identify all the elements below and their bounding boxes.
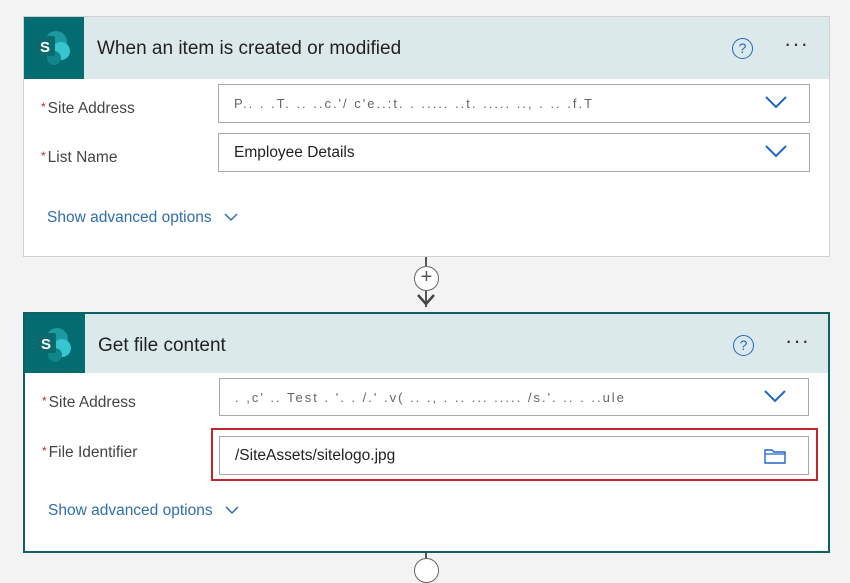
- more-options-icon[interactable]: ···: [785, 328, 810, 354]
- site-address-label: * Site Address: [42, 394, 136, 411]
- add-step-button[interactable]: +: [414, 266, 439, 291]
- sharepoint-logo-icon: S: [25, 314, 85, 373]
- sharepoint-logo-icon: S: [24, 17, 84, 79]
- chevron-down-icon: [224, 213, 238, 222]
- site-address-dropdown[interactable]: . ,c' .. Test . '. . /.' .v( .. ., . .. …: [219, 378, 809, 416]
- list-name-dropdown[interactable]: Employee Details: [218, 133, 810, 172]
- file-identifier-label: * File Identifier: [42, 444, 138, 461]
- chevron-down-icon: [225, 506, 239, 515]
- help-icon[interactable]: ?: [732, 38, 753, 59]
- action-title: Get file content: [98, 335, 226, 356]
- trigger-card[interactable]: S When an item is created or modified ? …: [23, 16, 830, 257]
- highlight-box: [211, 428, 818, 481]
- chevron-down-icon: [764, 390, 786, 403]
- show-advanced-options[interactable]: Show advanced options: [48, 502, 239, 520]
- action-header[interactable]: S Get file content ? ···: [25, 314, 828, 373]
- site-address-label: * Site Address: [41, 100, 135, 117]
- chevron-down-icon: [765, 96, 787, 109]
- trigger-title: When an item is created or modified: [97, 38, 402, 59]
- list-name-row: * List Name Employee Details: [24, 133, 829, 189]
- site-address-dropdown[interactable]: P.. . .T. .. ..c.'/ c'e..:t. . ..... ..t…: [218, 84, 810, 123]
- trigger-header[interactable]: S When an item is created or modified ? …: [24, 17, 829, 79]
- arrow-down-icon: [417, 294, 435, 306]
- more-options-icon[interactable]: ···: [784, 31, 809, 57]
- list-name-label: * List Name: [41, 149, 118, 166]
- svg-text:S: S: [40, 39, 50, 56]
- chevron-down-icon: [765, 145, 787, 158]
- svg-text:S: S: [41, 336, 51, 353]
- connector-line: [425, 257, 427, 266]
- help-icon[interactable]: ?: [733, 335, 754, 356]
- show-advanced-options[interactable]: Show advanced options: [47, 209, 238, 227]
- add-step-button[interactable]: [414, 558, 439, 583]
